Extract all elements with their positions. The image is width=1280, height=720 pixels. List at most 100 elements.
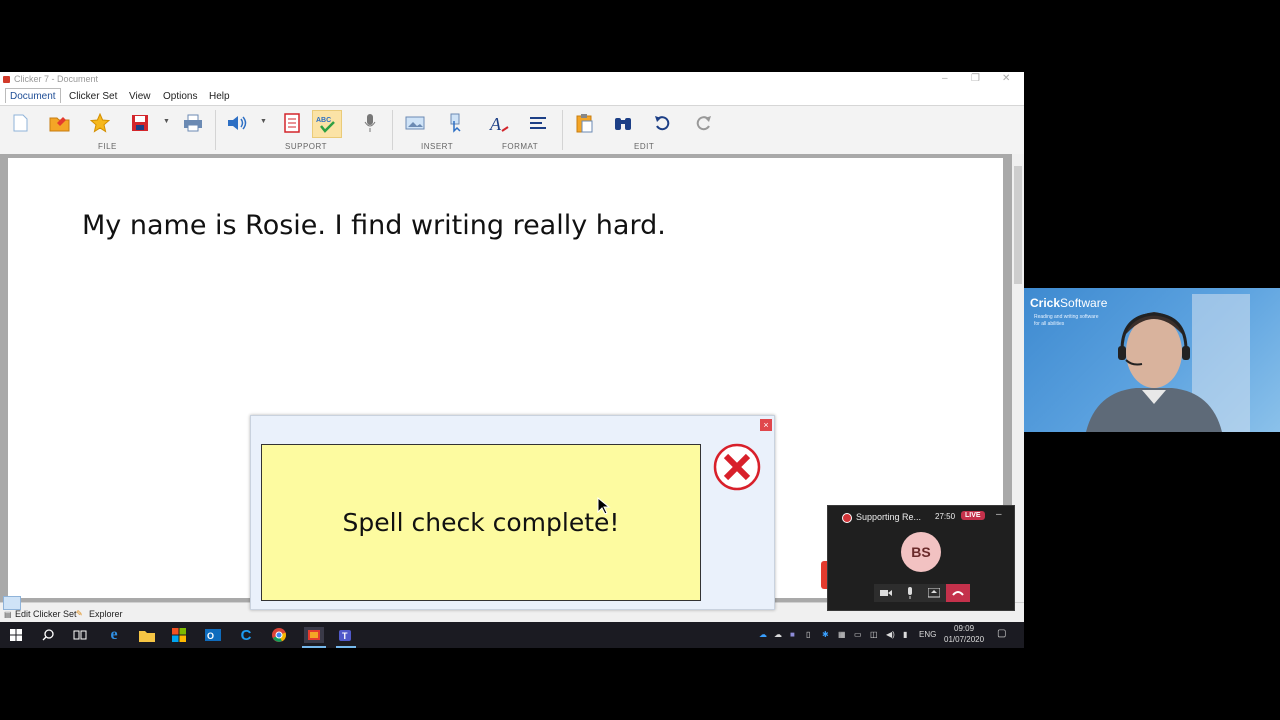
microphone-icon[interactable] <box>356 110 384 136</box>
menu-help[interactable]: Help <box>205 90 234 103</box>
clicker-c-icon[interactable]: C <box>238 627 254 644</box>
ribbon-separator <box>392 110 393 150</box>
ribbon-separator <box>562 110 563 150</box>
teams-tray-icon[interactable]: ■ <box>790 630 795 639</box>
align-text-icon[interactable] <box>524 110 552 136</box>
menu-view[interactable]: View <box>125 90 155 103</box>
explorer-link[interactable]: Explorer <box>89 609 123 619</box>
clicker-taskbar-icon[interactable] <box>304 627 324 643</box>
minimize-button[interactable]: – <box>942 73 948 84</box>
recording-icon <box>842 513 852 523</box>
svg-text:A: A <box>489 114 502 133</box>
live-badge: LIVE <box>961 511 985 520</box>
presenter-person-image <box>1086 294 1250 432</box>
task-view-icon[interactable] <box>72 627 88 643</box>
insert-group-label: INSERT <box>421 142 454 151</box>
onedrive-icon[interactable]: ☁ <box>759 630 767 639</box>
microsoft-store-icon[interactable] <box>171 627 187 643</box>
speech-speaker-icon[interactable] <box>223 110 251 136</box>
chrome-icon[interactable] <box>271 627 287 643</box>
open-folder-icon[interactable] <box>46 110 74 136</box>
call-controls <box>874 584 970 602</box>
language-indicator[interactable]: ENG <box>919 630 936 639</box>
bluetooth-icon[interactable]: ✱ <box>822 630 829 639</box>
save-icon[interactable] <box>126 110 154 136</box>
print-icon[interactable] <box>179 110 207 136</box>
mic-icon[interactable] <box>898 584 922 602</box>
save-dropdown-chevron-icon[interactable]: ▼ <box>163 118 170 125</box>
teams-meeting-panel: Supporting Re... 27:50 LIVE – BS <box>827 505 1015 611</box>
clock-date[interactable]: 01/07/2020 <box>944 635 984 644</box>
font-format-icon[interactable]: A <box>485 110 513 136</box>
insert-link-icon[interactable] <box>441 110 469 136</box>
teams-minimize-button[interactable]: – <box>996 509 1002 520</box>
participant-avatar: BS <box>901 532 941 572</box>
spell-check-message: Spell check complete! <box>261 444 701 601</box>
notifications-icon[interactable]: ▢ <box>997 628 1006 639</box>
menu-document[interactable]: Document <box>5 88 61 103</box>
spell-check-dialog: × Spell check complete! <box>250 415 775 610</box>
svg-text:O: O <box>207 631 214 641</box>
find-binoculars-icon[interactable] <box>609 110 637 136</box>
search-icon[interactable] <box>40 627 56 643</box>
edge-browser-icon[interactable]: e <box>106 626 122 643</box>
store-tray-icon[interactable]: ▦ <box>838 630 846 639</box>
teams-icon[interactable]: T <box>338 627 354 643</box>
camera-icon[interactable] <box>874 584 898 602</box>
edit-set-icon: ▤ <box>4 610 12 619</box>
edit-clicker-set-link[interactable]: Edit Clicker Set <box>15 609 77 619</box>
favourite-star-icon[interactable] <box>86 110 114 136</box>
menu-clicker-set[interactable]: Clicker Set <box>65 90 121 103</box>
ribbon-separator <box>215 110 216 150</box>
outlook-icon[interactable]: O <box>205 627 221 643</box>
word-bank-icon[interactable] <box>278 110 306 136</box>
close-x-icon[interactable] <box>713 443 761 491</box>
support-group-label: SUPPORT <box>285 142 328 151</box>
presenter-video: CrickSoftware Reading and writing softwa… <box>1024 288 1280 432</box>
file-group-label: FILE <box>98 142 117 151</box>
undo-icon[interactable] <box>649 110 677 136</box>
ribbon-toolbar: ▼ FILE ▼ ABC SUPPORT INSERT A FORMAT EDI… <box>0 105 1024 155</box>
hang-up-icon[interactable] <box>946 584 970 602</box>
insert-picture-icon[interactable] <box>401 110 429 136</box>
explorer-icon: ✎ <box>76 609 83 618</box>
document-text[interactable]: My name is Rosie. I find writing really … <box>82 210 666 241</box>
cloud-icon[interactable]: ☁ <box>774 630 782 639</box>
volume-icon[interactable]: ◀) <box>886 630 895 639</box>
menu-bar: Document Clicker Set View Options Help <box>0 88 1024 105</box>
windows-taskbar: e O C T ☁ ☁ ■ ▯ ✱ ▦ ▭ ◫ ◀) ▮ ENG 09:09 0… <box>0 622 1024 648</box>
restore-button[interactable]: ❐ <box>971 73 980 84</box>
active-app-indicator <box>302 646 326 648</box>
spell-check-icon[interactable]: ABC <box>312 110 342 138</box>
share-screen-icon[interactable] <box>922 584 946 602</box>
svg-text:ABC: ABC <box>316 117 331 124</box>
close-window-button[interactable]: ✕ <box>1002 73 1010 84</box>
running-app-indicator <box>336 646 356 648</box>
mouse-cursor-icon <box>597 496 611 515</box>
window-title: Clicker 7 - Document <box>14 74 99 84</box>
edit-group-label: EDIT <box>634 142 655 151</box>
format-group-label: FORMAT <box>502 142 539 151</box>
paste-clipboard-icon[interactable] <box>570 110 598 136</box>
clock-time[interactable]: 09:09 <box>954 624 974 633</box>
file-explorer-icon[interactable] <box>139 627 155 643</box>
svg-text:T: T <box>342 631 348 641</box>
page-thumbnail-icon[interactable] <box>3 596 21 610</box>
usb-icon[interactable]: ▭ <box>854 630 862 639</box>
meeting-duration: 27:50 <box>935 512 956 521</box>
menu-options[interactable]: Options <box>159 90 201 103</box>
teams-header: Supporting Re... 27:50 LIVE – <box>828 506 1014 528</box>
start-windows-icon[interactable] <box>8 627 24 643</box>
title-bar: Clicker 7 - Document – ❐ ✕ <box>0 72 1024 88</box>
network-icon[interactable]: ◫ <box>870 630 878 639</box>
battery-icon[interactable]: ▯ <box>806 630 810 639</box>
microphone-tray-icon[interactable]: ▮ <box>903 630 907 639</box>
scrollbar-thumb[interactable] <box>1014 166 1022 284</box>
clicker-app-icon <box>3 76 10 83</box>
dialog-close-button[interactable]: × <box>760 419 772 431</box>
brand-bold: Crick <box>1030 296 1061 310</box>
speech-dropdown-chevron-icon[interactable]: ▼ <box>260 118 267 125</box>
meeting-name[interactable]: Supporting Re... <box>856 512 921 522</box>
new-document-icon[interactable] <box>6 110 34 136</box>
redo-icon[interactable] <box>689 110 717 136</box>
